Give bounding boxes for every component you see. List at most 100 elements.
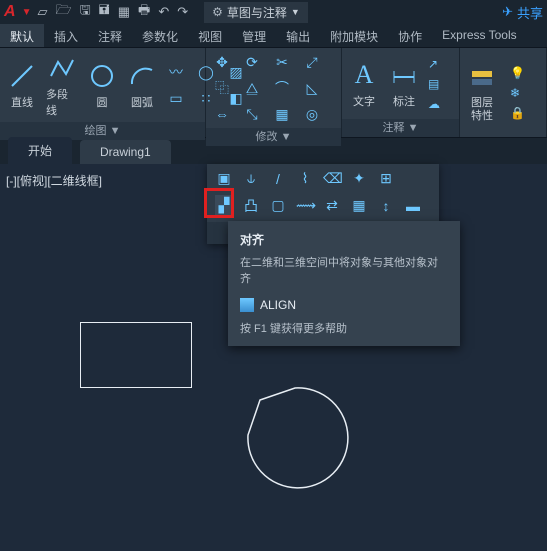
panel-annotation-title[interactable]: 注释 ▼ <box>342 119 459 137</box>
trim-icon[interactable]: ✂ <box>272 52 292 72</box>
tab-addins[interactable]: 附加模块 <box>320 24 388 47</box>
line-label: 直线 <box>11 94 33 110</box>
doc-tab-drawing[interactable]: Drawing1 <box>80 140 171 164</box>
tab-insert[interactable]: 插入 <box>44 24 88 47</box>
polyline-button[interactable]: 多段线 <box>46 52 78 118</box>
app-logo: A <box>4 3 16 21</box>
saveas-icon[interactable]: 🖬 <box>99 1 110 23</box>
layerprops-button[interactable]: 图层 特性 <box>466 63 498 121</box>
panel-draw: 直线 多段线 圆 圆弧 〰 ◯ ▨ ▭ ∷ ◧ 绘图 ▼ <box>0 48 206 137</box>
erase-icon[interactable]: ⌫ <box>323 170 341 187</box>
panel-modify: ✥ ⟳ ✂ ⤢ ⿻ ⧋ ⌒ ◺ ⇔ ⤡ ▦ ◎ 修改 ▼ <box>206 48 342 137</box>
break-icon[interactable]: / <box>269 171 287 187</box>
new-icon[interactable]: ▱ <box>37 4 47 20</box>
fillet-icon[interactable]: ⌒ <box>272 78 292 98</box>
circle-button[interactable]: 圆 <box>86 60 118 110</box>
undo-icon[interactable]: ↶ <box>158 4 169 20</box>
line-button[interactable]: 直线 <box>6 60 38 110</box>
breakpoint-icon[interactable]: ⌇ <box>296 170 314 187</box>
polyline-icon <box>46 52 78 84</box>
open-icon[interactable]: 🗁 <box>55 1 71 23</box>
edit-hatch-icon[interactable]: ⇄ <box>323 197 341 214</box>
workspace-label: 草图与注释 <box>227 4 287 21</box>
text-label: 文字 <box>353 93 375 109</box>
lengthen-icon[interactable]: 凸 <box>242 196 260 216</box>
layer-freeze-icon[interactable]: ❄ <box>510 86 525 100</box>
text-button[interactable]: A 文字 <box>348 59 380 109</box>
chamfer-icon[interactable]: ◺ <box>302 78 322 98</box>
tab-annotate[interactable]: 注释 <box>88 24 132 47</box>
panel-annotation: A 文字 标注 ↗ ▤ ☁ 注释 ▼ <box>342 48 460 137</box>
panel-modify-title[interactable]: 修改 ▼ <box>206 128 341 146</box>
modify-tools: ✥ ⟳ ✂ ⤢ ⿻ ⧋ ⌒ ◺ ⇔ ⤡ ▦ ◎ <box>212 52 324 124</box>
copy-icon[interactable]: ⿻ <box>212 78 232 98</box>
layerprops-label: 图层 特性 <box>471 97 493 121</box>
drawing-viewport[interactable]: [-][俯视][二维线框] ▣ ⫝ / ⌇ ⌫ ✦ ⊞ ▞ 凸 ▢ ⟿ ⇄ ▦ … <box>0 164 547 551</box>
scale-icon[interactable]: ⤡ <box>242 104 262 124</box>
join-icon[interactable]: ⫝ <box>242 170 260 187</box>
title-bar: A ▼ ▱ 🗁 🖫 🖬 ▦ 🖶 ↶ ↷ ⚙ 草图与注释 ▼ ✈ 共享 <box>0 0 547 24</box>
tooltip-help: 按 F1 键获得更多帮助 <box>240 320 448 336</box>
tooltip-command: ALIGN <box>260 298 296 312</box>
explode-icon[interactable]: ✦ <box>350 170 368 187</box>
leader-icon[interactable]: ↗ <box>428 57 440 71</box>
edit-array-icon[interactable]: ▦ <box>350 197 368 214</box>
array-icon[interactable]: ▦ <box>272 104 292 124</box>
tooltip-title: 对齐 <box>240 231 448 248</box>
offset-icon[interactable]: ◎ <box>302 104 322 124</box>
layerprops-icon <box>466 63 498 95</box>
arc-button[interactable]: 圆弧 <box>126 60 158 110</box>
app-menu-arrow[interactable]: ▼ <box>22 7 32 18</box>
rotate-icon[interactable]: ⟳ <box>242 52 262 72</box>
tab-output[interactable]: 输出 <box>276 24 320 47</box>
tab-express[interactable]: Express Tools <box>432 24 526 47</box>
arc-icon <box>126 60 158 92</box>
layer-bulb-icon[interactable]: 💡 <box>510 66 525 80</box>
dimension-label: 标注 <box>393 93 415 109</box>
doc-tab-start[interactable]: 开始 <box>8 137 72 164</box>
dimension-button[interactable]: 标注 <box>388 59 420 109</box>
tab-manage[interactable]: 管理 <box>232 24 276 47</box>
tab-parametric[interactable]: 参数化 <box>132 24 188 47</box>
dimension-icon <box>388 59 420 91</box>
viewport-label[interactable]: [-][俯视][二维线框] <box>6 172 102 189</box>
mirror-icon[interactable]: ⧋ <box>242 78 262 98</box>
move-icon[interactable]: ✥ <box>212 52 232 72</box>
rect-icon[interactable]: ▭ <box>166 88 186 108</box>
redo-icon[interactable]: ↷ <box>177 4 188 20</box>
tab-view[interactable]: 视图 <box>188 24 232 47</box>
extend-icon[interactable]: ⤢ <box>302 52 322 72</box>
tab-default[interactable]: 默认 <box>0 24 44 47</box>
align-command-icon <box>240 298 254 312</box>
spline-icon[interactable]: 〰 <box>166 62 186 82</box>
share-button[interactable]: ✈ 共享 <box>502 3 543 22</box>
reverse-icon[interactable]: ↕ <box>377 198 395 214</box>
save-icon[interactable]: 🖫 <box>80 1 91 23</box>
web-icon[interactable]: ▦ <box>118 4 130 20</box>
circle-icon <box>86 60 118 92</box>
align-icon[interactable]: ▞ <box>215 195 233 216</box>
layer-lock-icon[interactable]: 🔒 <box>510 106 525 120</box>
arc-label: 圆弧 <box>131 94 153 110</box>
plot-icon[interactable]: 🖶 <box>138 1 150 23</box>
gear-icon: ⚙ <box>212 5 223 19</box>
line-icon <box>6 60 38 92</box>
chevron-down-icon: ▼ <box>291 7 300 17</box>
panel-layers: 图层 特性 💡 ❄ 🔒 <box>460 48 547 137</box>
setbase-icon[interactable]: ▣ <box>215 170 233 187</box>
cloud-icon[interactable]: ☁ <box>428 97 440 111</box>
overkill-icon[interactable]: ⊞ <box>377 170 395 187</box>
edit-polyline-icon[interactable]: ▢ <box>269 197 287 214</box>
drawn-blob-shape[interactable] <box>240 380 350 490</box>
quick-access-toolbar: ▱ 🗁 🖫 🖬 ▦ 🖶 ↶ ↷ <box>37 1 188 23</box>
stretch-icon[interactable]: ⇔ <box>212 104 232 124</box>
drawn-rectangle[interactable] <box>80 322 192 388</box>
draworder-icon[interactable]: ▬ <box>404 198 422 214</box>
share-icon: ✈ <box>502 4 513 20</box>
ribbon: 直线 多段线 圆 圆弧 〰 ◯ ▨ ▭ ∷ ◧ 绘图 ▼ <box>0 48 547 138</box>
edit-spline-icon[interactable]: ⟿ <box>296 197 314 214</box>
workspace-dropdown[interactable]: ⚙ 草图与注释 ▼ <box>204 2 308 23</box>
tab-collab[interactable]: 协作 <box>388 24 432 47</box>
ribbon-tabs: 默认 插入 注释 参数化 视图 管理 输出 附加模块 协作 Express To… <box>0 24 547 48</box>
table-icon[interactable]: ▤ <box>428 77 440 91</box>
